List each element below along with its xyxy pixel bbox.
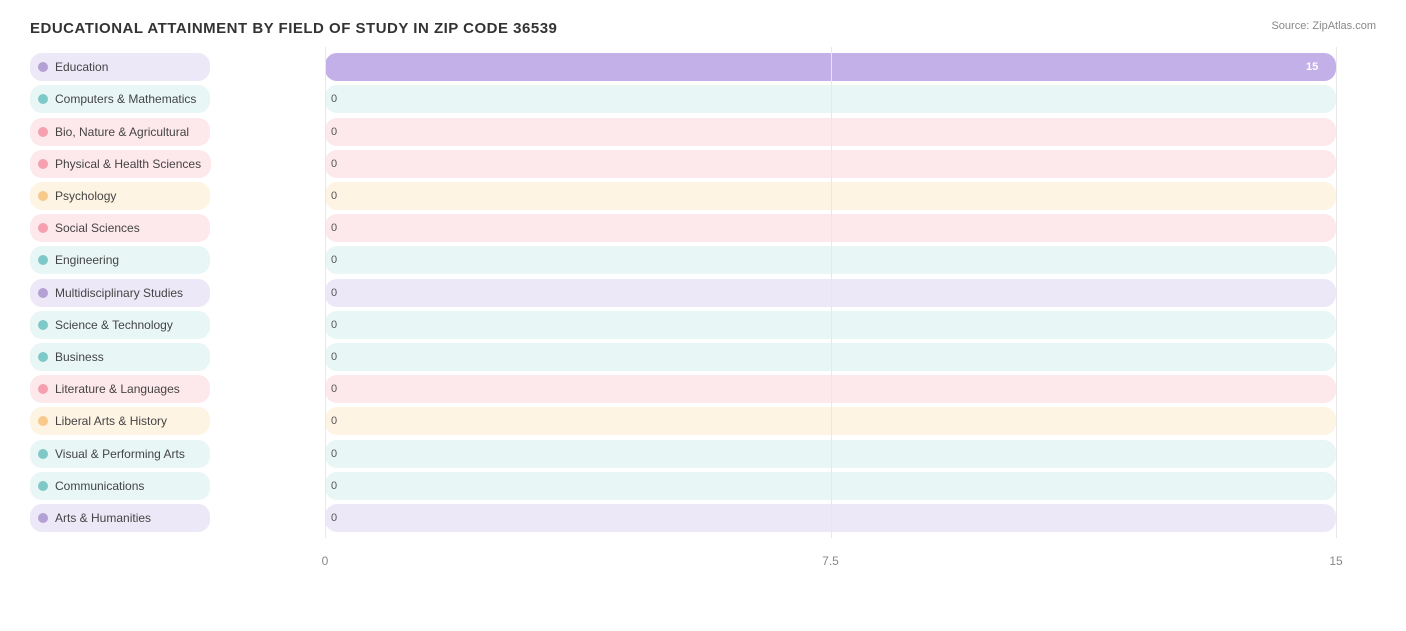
bar-dot	[38, 320, 48, 330]
bar-label: Social Sciences	[55, 221, 140, 235]
bar-dot	[38, 159, 48, 169]
x-axis: 0 7.5 15	[30, 538, 1376, 568]
bar-dot	[38, 94, 48, 104]
grid-line	[325, 47, 326, 538]
bar-dot	[38, 481, 48, 491]
bar-label: Science & Technology	[55, 318, 173, 332]
x-tick-label: 15	[1329, 554, 1342, 568]
bar-dot	[38, 223, 48, 233]
chart-title: EDUCATIONAL ATTAINMENT BY FIELD OF STUDY…	[30, 20, 1376, 37]
bar-dot	[38, 416, 48, 426]
bar-label: Bio, Nature & Agricultural	[55, 125, 189, 139]
bar-dot	[38, 127, 48, 137]
bar-label: Business	[55, 350, 104, 364]
bar-dot	[38, 384, 48, 394]
grid-line	[831, 47, 832, 538]
bar-label: Computers & Mathematics	[55, 92, 196, 106]
bar-dot	[38, 62, 48, 72]
bar-label: Multidisciplinary Studies	[55, 286, 183, 300]
bar-label: Communications	[55, 479, 144, 493]
bar-label: Education	[55, 60, 108, 74]
bar-dot	[38, 449, 48, 459]
grid-line	[1336, 47, 1337, 538]
x-tick-label: 7.5	[822, 554, 839, 568]
x-tick-label: 0	[322, 554, 329, 568]
grid-lines	[30, 47, 1376, 538]
chart-area: Education 15 Computers & Mathematics 0 Bio, …	[30, 47, 1376, 568]
bar-label: Liberal Arts & History	[55, 414, 167, 428]
bar-dot	[38, 352, 48, 362]
bar-label: Physical & Health Sciences	[55, 157, 201, 171]
bar-dot	[38, 255, 48, 265]
bar-dot	[38, 288, 48, 298]
bar-label: Literature & Languages	[55, 382, 180, 396]
chart-container: EDUCATIONAL ATTAINMENT BY FIELD OF STUDY…	[0, 0, 1406, 631]
bar-dot	[38, 513, 48, 523]
bar-label: Engineering	[55, 253, 119, 267]
bar-label: Psychology	[55, 189, 116, 203]
bar-dot	[38, 191, 48, 201]
bar-label: Visual & Performing Arts	[55, 447, 185, 461]
bar-label: Arts & Humanities	[55, 511, 151, 525]
chart-source: Source: ZipAtlas.com	[1271, 20, 1376, 32]
